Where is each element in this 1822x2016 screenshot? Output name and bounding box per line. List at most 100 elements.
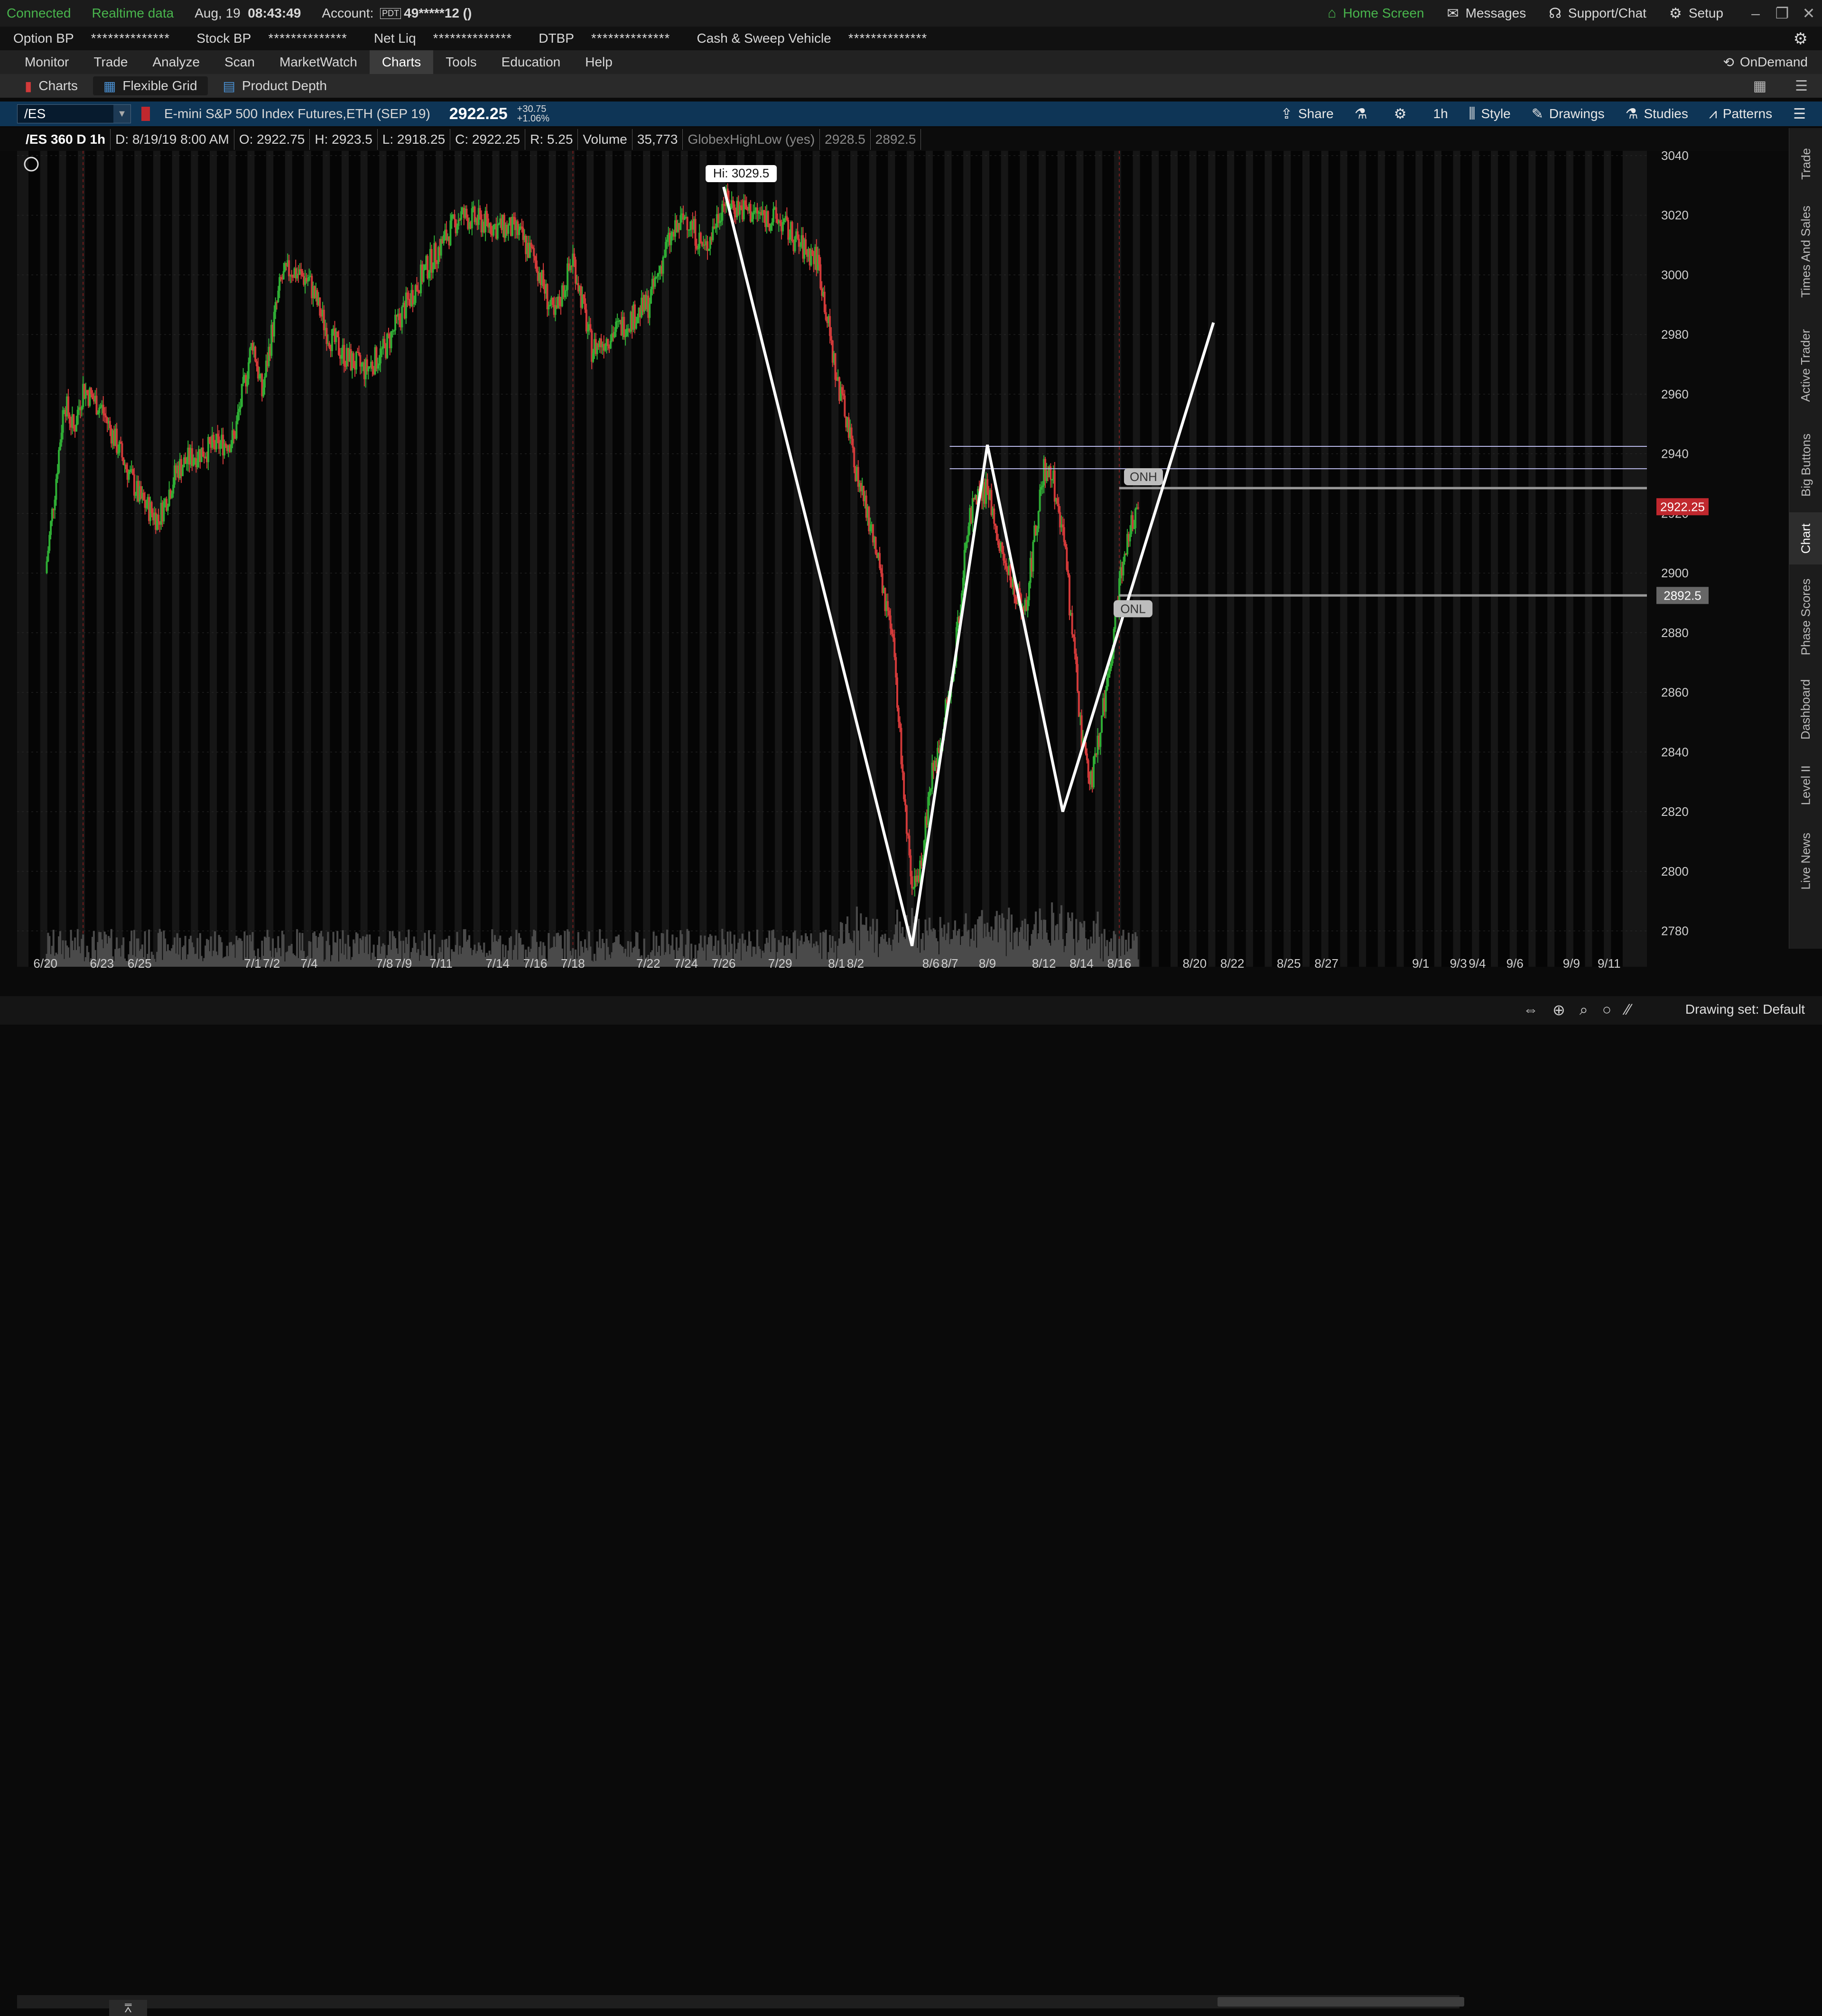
- account-selector[interactable]: Account: PDT 49*****12 (): [322, 6, 472, 21]
- menu-scan[interactable]: Scan: [212, 50, 267, 74]
- tab-product-depth[interactable]: ▤ Product Depth: [213, 76, 337, 95]
- candle-body: [48, 535, 51, 551]
- candle-body: [907, 833, 909, 836]
- candle-body: [775, 207, 777, 219]
- side-tab-times-and-sales[interactable]: Times And Sales: [1789, 194, 1822, 308]
- candle-body: [413, 303, 415, 305]
- session-stripe: [688, 151, 700, 967]
- layout-grid-icon[interactable]: ▦: [1753, 78, 1766, 94]
- share-button[interactable]: ⇪ Share: [1270, 106, 1344, 122]
- candle-body: [95, 396, 98, 415]
- side-tab-level-ii[interactable]: Level II: [1789, 754, 1822, 816]
- collapse-panel-icon[interactable]: ⩞: [109, 2000, 147, 2016]
- candle-body: [697, 248, 699, 250]
- x-tick-label: 9/3: [1450, 956, 1467, 971]
- restore-icon[interactable]: ❐: [1769, 4, 1795, 22]
- minimize-icon[interactable]: –: [1742, 5, 1769, 22]
- candle-body: [789, 237, 791, 240]
- flask-button[interactable]: ⚗: [1344, 106, 1384, 122]
- account-gear-icon[interactable]: ⚙: [1794, 29, 1808, 48]
- menu-list-icon[interactable]: ☰: [1795, 78, 1808, 94]
- candle-body: [379, 348, 381, 364]
- menu-analyze[interactable]: Analyze: [140, 50, 212, 74]
- menu-charts[interactable]: Charts: [369, 50, 434, 74]
- candle-body: [249, 348, 251, 362]
- side-tab-trade[interactable]: Trade: [1789, 138, 1822, 190]
- home-screen-button[interactable]: ⌂ Home Screen: [1328, 5, 1424, 21]
- side-tab-active-trader[interactable]: Active Trader: [1789, 313, 1822, 417]
- candle-body: [1037, 511, 1040, 529]
- candle-body: [624, 336, 627, 337]
- link-flag-icon[interactable]: [141, 107, 150, 121]
- side-tab-big-buttons[interactable]: Big Buttons: [1789, 422, 1822, 508]
- candle-body: [657, 274, 659, 277]
- magnifier-icon[interactable]: ○: [1602, 1001, 1611, 1019]
- candle-body: [521, 226, 523, 228]
- menu-marketwatch[interactable]: MarketWatch: [267, 50, 370, 74]
- candle-body: [167, 506, 169, 511]
- chart-menu-button[interactable]: ☰: [1783, 106, 1822, 122]
- ondemand-button[interactable]: ⟲ OnDemand: [1723, 55, 1808, 70]
- candle-body: [895, 657, 897, 678]
- studies-button[interactable]: ⚗ Studies: [1615, 106, 1699, 122]
- menu-trade[interactable]: Trade: [81, 50, 140, 74]
- side-tab-live-news[interactable]: Live News: [1789, 821, 1822, 901]
- candle-body: [150, 502, 153, 513]
- candle-body: [772, 208, 775, 222]
- price-tag-label: 2922.25: [1660, 499, 1705, 514]
- candle-body: [819, 264, 822, 289]
- chart-settings-button[interactable]: ⚙: [1384, 106, 1423, 122]
- candle-body: [717, 214, 719, 223]
- candle-body: [650, 289, 652, 304]
- close-icon[interactable]: ✕: [1795, 4, 1822, 22]
- x-tick-label: 7/4: [301, 956, 318, 971]
- session-stripe: [1102, 151, 1114, 967]
- scrollbar-thumb[interactable]: [1218, 1997, 1464, 2007]
- menu-tools[interactable]: Tools: [433, 50, 489, 74]
- symbol-input[interactable]: /ES ▼: [17, 104, 131, 123]
- drawing-set-label[interactable]: Drawing set: Default: [1685, 1002, 1805, 1017]
- zoom-icon[interactable]: ⌕: [1580, 1001, 1588, 1019]
- session-stripe: [1083, 151, 1096, 967]
- side-tab-phase-scores[interactable]: Phase Scores: [1789, 569, 1822, 664]
- chart-canvas[interactable]: Hi: 3029.5 ONH ONL 2780 2800 2820 2840 2860 288…: [17, 148, 1720, 975]
- bar-low: L: 2918.25: [378, 129, 451, 150]
- chart-scrollbar[interactable]: [17, 1995, 1464, 2008]
- menu-education[interactable]: Education: [489, 50, 573, 74]
- y-tick-label: 2880: [1661, 626, 1689, 640]
- drawing-tool-icon[interactable]: ⁄⁄: [1626, 1001, 1631, 1019]
- candle-body: [1067, 570, 1069, 575]
- support-chat-button[interactable]: ☊ Support/Chat: [1549, 5, 1646, 22]
- session-stripe: [198, 151, 210, 967]
- side-tab-chart[interactable]: Chart: [1789, 512, 1822, 564]
- style-button[interactable]: ⫼ Style: [1459, 106, 1521, 122]
- candle-body: [301, 271, 304, 276]
- candle-body: [589, 324, 592, 331]
- candle-body: [1075, 654, 1078, 664]
- menu-help[interactable]: Help: [573, 50, 625, 74]
- side-tab-dashboard[interactable]: Dashboard: [1789, 669, 1822, 749]
- tab-flexible-grid[interactable]: ▦ Flexible Grid: [93, 76, 208, 95]
- chevron-down-icon[interactable]: ▼: [113, 105, 130, 123]
- price-chart[interactable]: Hi: 3029.5 ONH ONL 2780 2800 2820 2840 2860 288…: [17, 148, 1720, 975]
- drawings-button[interactable]: ✎ Drawings: [1521, 106, 1615, 122]
- x-tick-label: 7/26: [712, 956, 736, 971]
- tab-product-depth-label: Product Depth: [242, 78, 327, 93]
- setup-button[interactable]: ⚙ Setup: [1669, 5, 1723, 22]
- timeframe-button[interactable]: 1h: [1423, 106, 1459, 121]
- candle-body: [451, 215, 453, 221]
- messages-button[interactable]: ✉ Messages: [1447, 5, 1526, 22]
- crosshair-icon[interactable]: ⊕: [1552, 1001, 1565, 1019]
- pan-icon[interactable]: ⇔: [1523, 1001, 1538, 1019]
- candle-body: [116, 428, 118, 453]
- candle-body: [904, 799, 906, 805]
- x-tick-label: 8/7: [941, 956, 958, 971]
- patterns-button[interactable]: ⩘ Patterns: [1699, 106, 1783, 122]
- session-stripe: [47, 151, 59, 967]
- tab-charts[interactable]: ▮ Charts: [14, 76, 88, 95]
- candle-body: [549, 305, 551, 306]
- y-tick-label: 2780: [1661, 924, 1689, 938]
- menu-monitor[interactable]: Monitor: [12, 50, 81, 74]
- candle-body: [416, 285, 418, 290]
- candle-body: [829, 316, 831, 336]
